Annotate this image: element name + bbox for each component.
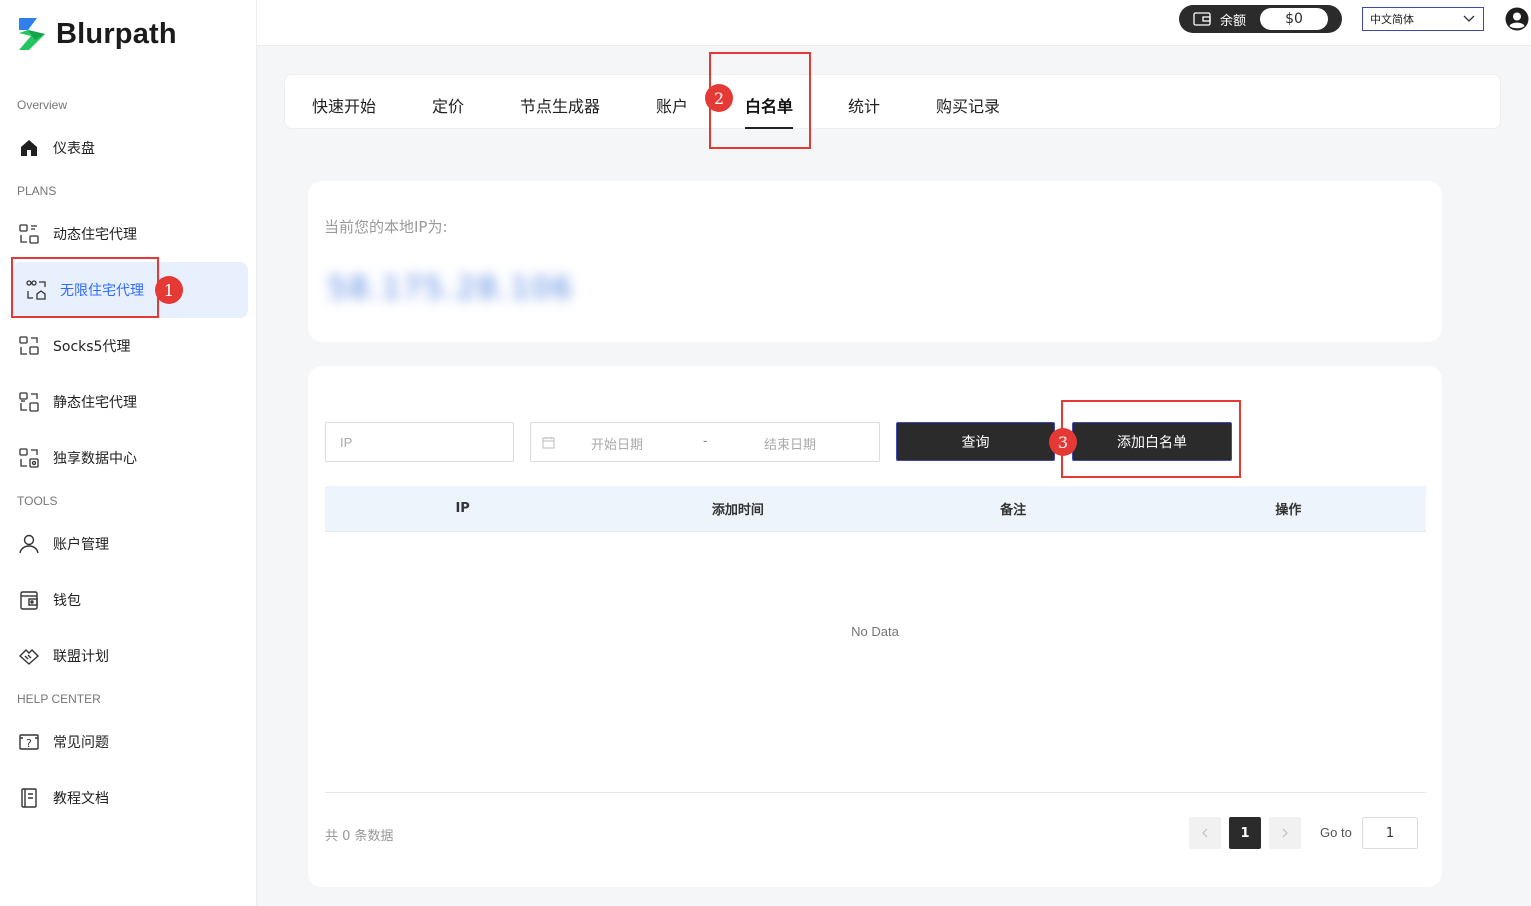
ip-filter-input[interactable] (340, 434, 513, 450)
svg-text:?: ? (26, 737, 32, 750)
local-ip-label: 当前您的本地IP为: (324, 218, 448, 236)
empty-table-message: No Data (851, 624, 899, 639)
sidebar-item-socks5[interactable]: Socks5代理 (17, 326, 247, 366)
whitelist-card: 开始日期 - 结束日期 查询 添加白名单 IP 添加时间 备注 操作 No Da… (308, 366, 1442, 887)
table-divider (325, 792, 1426, 793)
goto-label: Go to (1320, 825, 1352, 840)
static-proxy-icon (17, 390, 41, 414)
table-header: IP 添加时间 备注 操作 (325, 486, 1426, 532)
sidebar-item-static-residential[interactable]: 静态住宅代理 (17, 382, 247, 422)
column-header-added-time: 添加时间 (711, 503, 764, 518)
top-bar: 余额 $0 中文简体 (257, 0, 1531, 46)
calendar-icon (542, 437, 555, 449)
section-tools: TOOLS (17, 494, 58, 508)
faq-icon: ? (17, 730, 41, 754)
column-header-actions: 操作 (1275, 503, 1302, 518)
sidebar-item-label: 仪表盘 (53, 141, 95, 157)
tab-purchase-history[interactable]: 购买记录 (936, 93, 1000, 117)
tab-statistics[interactable]: 统计 (848, 93, 880, 117)
column-header-ip: IP (455, 501, 470, 516)
sidebar-item-label: Socks5代理 (53, 339, 131, 355)
tab-pricing[interactable]: 定价 (432, 93, 464, 117)
sidebar: Blurpath Overview 仪表盘 PLANS 动态住宅代理 无限住宅代… (0, 0, 257, 906)
total-count: 共 0 条数据 (325, 829, 394, 844)
sidebar-item-label: 联盟计划 (53, 649, 109, 665)
sidebar-item-label: 动态住宅代理 (53, 227, 137, 243)
sidebar-item-wallet[interactable]: 钱包 (17, 580, 247, 620)
end-date-placeholder: 结束日期 (764, 438, 817, 453)
annotation-box-1 (11, 257, 159, 318)
start-date-placeholder: 开始日期 (591, 438, 644, 453)
document-icon (17, 786, 41, 810)
wallet-icon (17, 588, 41, 612)
sidebar-item-tutorial-docs[interactable]: 教程文档 (17, 778, 247, 818)
tab-account[interactable]: 账户 (656, 93, 688, 117)
local-ip-value: 58.175.28.106 (328, 271, 574, 306)
sidebar-item-affiliate[interactable]: 联盟计划 (17, 636, 247, 676)
language-value: 中文简体 (1370, 13, 1414, 26)
sidebar-item-dedicated-datacenter[interactable]: 独享数据中心 (17, 438, 247, 478)
sidebar-item-label: 钱包 (53, 593, 81, 609)
balance-label: 余额 (1220, 13, 1247, 29)
sidebar-item-account-management[interactable]: 账户管理 (17, 524, 247, 564)
balance-amount: $0 (1260, 8, 1328, 30)
sidebar-item-dashboard[interactable]: 仪表盘 (17, 128, 247, 168)
blurpath-logo-icon (19, 18, 45, 50)
sidebar-item-label: 常见问题 (53, 735, 109, 751)
ip-filter-field (325, 422, 514, 462)
annotation-badge-3: 3 (1049, 428, 1077, 456)
goto-page-input[interactable]: 1 (1362, 817, 1418, 849)
chevron-right-icon (1282, 828, 1288, 838)
local-ip-card: 当前您的本地IP为: 58.175.28.106 (308, 181, 1442, 342)
date-range-picker[interactable]: 开始日期 - 结束日期 (530, 422, 880, 462)
annotation-badge-1: 1 (155, 276, 183, 304)
balance-pill[interactable]: 余额 $0 (1179, 5, 1342, 33)
tab-node-generator[interactable]: 节点生成器 (520, 93, 600, 117)
datacenter-icon (17, 446, 41, 470)
socks5-icon (17, 334, 41, 358)
sidebar-item-faq[interactable]: ? 常见问题 (17, 722, 247, 762)
section-plans: PLANS (17, 184, 57, 198)
column-header-remark: 备注 (1000, 503, 1027, 518)
language-select[interactable]: 中文简体 (1362, 7, 1484, 31)
proxy-icon (17, 222, 41, 246)
handshake-icon (17, 644, 41, 668)
query-button[interactable]: 查询 (896, 422, 1055, 461)
sidebar-item-label: 教程文档 (53, 791, 109, 807)
user-icon (17, 532, 41, 556)
section-overview: Overview (17, 98, 68, 112)
wallet-icon (1193, 12, 1211, 26)
brand-name: Blurpath (56, 17, 177, 50)
date-separator: - (703, 434, 708, 449)
annotation-badge-2: 2 (705, 84, 733, 112)
prev-page-button[interactable] (1189, 817, 1221, 849)
tab-quick-start[interactable]: 快速开始 (312, 93, 376, 117)
tab-bar: 快速开始 定价 节点生成器 账户 白名单 统计 购买记录 (284, 74, 1501, 129)
sidebar-item-dynamic-residential[interactable]: 动态住宅代理 (17, 214, 247, 254)
sidebar-item-label: 独享数据中心 (53, 451, 137, 467)
sidebar-item-label: 账户管理 (53, 537, 109, 553)
next-page-button[interactable] (1269, 817, 1301, 849)
chevron-down-icon (1463, 15, 1475, 22)
sidebar-item-label: 静态住宅代理 (53, 395, 137, 411)
section-help-center: HELP CENTER (17, 692, 101, 706)
page-number-current[interactable]: 1 (1229, 817, 1261, 849)
logo[interactable]: Blurpath (17, 16, 177, 52)
chevron-left-icon (1202, 828, 1208, 838)
home-icon (17, 136, 41, 160)
avatar[interactable] (1505, 7, 1529, 31)
annotation-box-3 (1061, 400, 1241, 478)
